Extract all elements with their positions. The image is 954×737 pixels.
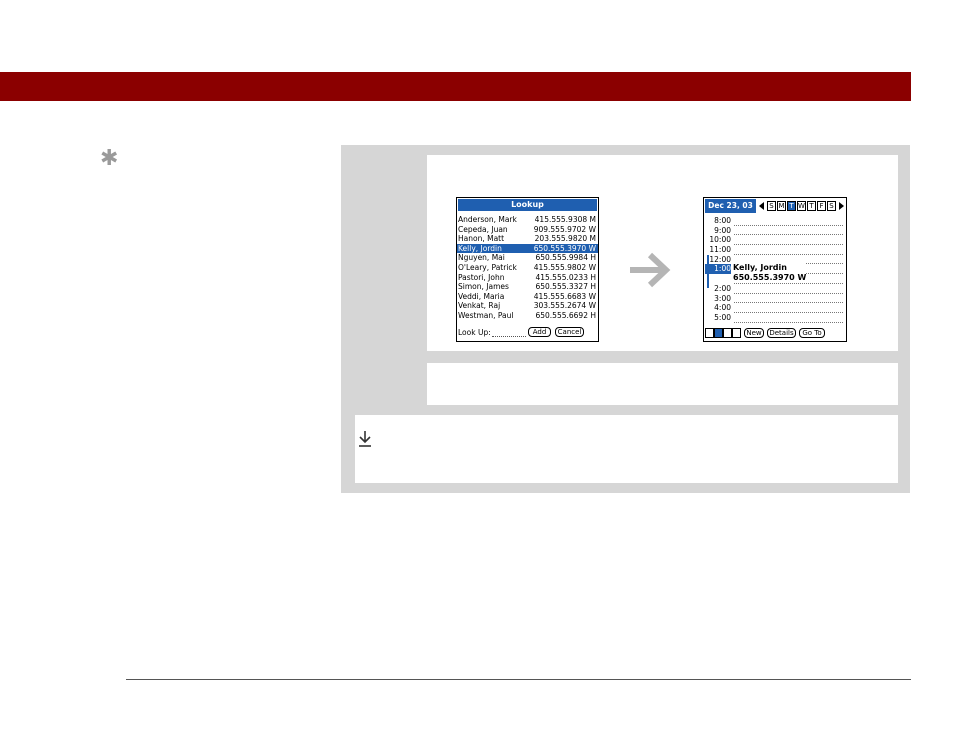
entry-phone: 650.555.3970 W xyxy=(533,243,596,253)
lookup-list: Anderson, Mark 415.555.9308 M Cepeda, Juan… xyxy=(457,215,598,321)
entry-name: O'Leary, Patrick xyxy=(458,262,517,272)
entry-name: Hanon, Matt xyxy=(458,234,505,244)
lookup-entry[interactable]: Pastori, John 415.555.0233 H xyxy=(457,273,598,283)
time-slot-label[interactable]: 11:00 xyxy=(705,245,731,255)
time-slot-label[interactable]: 8:00 xyxy=(705,216,731,226)
time-slot-line[interactable] xyxy=(734,303,843,313)
appointment-phone: 650.555.3970 W xyxy=(733,272,807,282)
lookup-entry[interactable]: Anderson, Mark 415.555.9308 M xyxy=(457,215,598,225)
lookup-footer: Look Up: Add Cancel xyxy=(458,327,596,338)
lookup-entry[interactable]: Hanon, Matt 203.555.9820 M xyxy=(457,234,598,244)
add-button[interactable]: Add xyxy=(528,327,551,337)
appointment-entry[interactable]: Kelly, Jordin 650.555.3970 W xyxy=(733,263,807,283)
day-view-icon[interactable] xyxy=(705,328,714,338)
datebook-header: Dec 23, 03 SMTWTFS xyxy=(705,199,845,213)
entry-phone: 650.555.6692 H xyxy=(535,310,596,320)
new-button[interactable]: New xyxy=(744,328,764,338)
time-slot-line[interactable] xyxy=(734,313,843,323)
entry-name: Kelly, Jordin xyxy=(458,243,502,253)
time-slot-label[interactable]: 4:00 xyxy=(705,303,731,313)
step-number-cell xyxy=(355,155,425,351)
time-slot-line[interactable] xyxy=(734,235,843,246)
entry-name: Venkat, Raj xyxy=(458,301,501,311)
datebook-footer: New Details Go To xyxy=(705,328,845,339)
day-button[interactable]: F xyxy=(817,201,826,211)
step-row-2 xyxy=(355,363,898,405)
month-view-icon[interactable] xyxy=(723,328,732,338)
entry-phone: 415.555.9308 M xyxy=(534,215,596,224)
time-slot-line[interactable] xyxy=(734,294,843,304)
lookup-entry[interactable]: Cepeda, Juan 909.555.9702 W xyxy=(457,225,598,235)
note-row xyxy=(355,415,898,483)
day-button[interactable]: W xyxy=(797,201,806,211)
go-to-button[interactable]: Go To xyxy=(799,328,825,338)
next-week-icon[interactable] xyxy=(839,202,844,210)
entry-name: Anderson, Mark xyxy=(458,215,517,224)
lookup-entry[interactable]: Veddi, Maria 415.555.6683 W xyxy=(457,292,598,302)
footer-rule xyxy=(126,679,911,680)
entry-name: Pastori, John xyxy=(458,272,505,282)
entry-name: Simon, James xyxy=(458,282,509,292)
lookup-entry[interactable]: Simon, James 650.555.3327 H xyxy=(457,282,598,292)
look-up-label: Look Up: xyxy=(458,328,491,337)
datebook-screen: Dec 23, 03 SMTWTFS 8:00 9:00 10:00 11:00 12:… xyxy=(703,197,847,342)
entry-phone: 415.555.9802 W xyxy=(533,262,596,272)
day-button[interactable]: S xyxy=(767,201,776,211)
previous-week-icon[interactable] xyxy=(759,202,764,210)
entry-phone: 909.555.9702 W xyxy=(533,224,596,234)
lookup-entry[interactable]: Venkat, Raj 303.555.2674 W xyxy=(457,301,598,311)
details-button[interactable]: Details xyxy=(767,328,796,338)
entry-phone: 415.555.6683 W xyxy=(533,291,596,301)
lookup-screen: Lookup Anderson, Mark 415.555.9308 M Ceped… xyxy=(456,197,599,342)
lookup-entry[interactable]: Nguyen, Mai 650.555.9984 H xyxy=(457,253,598,263)
day-button[interactable]: S xyxy=(827,201,836,211)
download-arrow-icon xyxy=(359,431,371,447)
entry-name: Nguyen, Mai xyxy=(458,253,505,263)
entry-name: Cepeda, Juan xyxy=(458,224,508,234)
entry-phone: 303.555.2674 W xyxy=(533,301,596,311)
time-slot-line[interactable] xyxy=(734,284,843,294)
day-button[interactable]: T xyxy=(807,201,816,211)
appointment-duration-bar xyxy=(707,255,709,288)
lookup-entry[interactable]: O'Leary, Patrick 415.555.9802 W xyxy=(457,263,598,273)
time-slot-line[interactable] xyxy=(734,245,843,255)
agenda-view-icon[interactable] xyxy=(732,328,741,338)
lookup-title: Lookup xyxy=(458,199,597,211)
time-slot-line[interactable] xyxy=(734,216,843,226)
entry-phone: 415.555.0233 H xyxy=(535,272,596,282)
time-slot-label[interactable]: 10:00 xyxy=(705,235,731,245)
entry-phone: 203.555.9820 M xyxy=(534,234,596,244)
week-view-icon[interactable] xyxy=(714,328,723,338)
time-slot-label[interactable]: 5:00 xyxy=(705,313,731,323)
header-band xyxy=(0,72,911,101)
time-slot-line[interactable] xyxy=(734,226,843,236)
day-button[interactable]: M xyxy=(777,201,786,211)
asterisk-icon: ✱ xyxy=(100,146,119,171)
entry-name: Westman, Paul xyxy=(458,310,514,320)
time-slot-label[interactable]: 9:00 xyxy=(705,226,731,236)
date-label[interactable]: Dec 23, 03 xyxy=(705,199,756,213)
day-button[interactable]: T xyxy=(787,201,796,211)
right-arrow-icon xyxy=(630,252,671,288)
appointment-name: Kelly, Jordin xyxy=(733,263,787,272)
lookup-entry[interactable]: Westman, Paul 650.555.6692 H xyxy=(457,311,598,321)
step-body-cell xyxy=(427,363,898,405)
entry-name: Veddi, Maria xyxy=(458,291,505,301)
lookup-entry[interactable]: Kelly, Jordin 650.555.3970 W xyxy=(457,243,598,254)
cancel-button[interactable]: Cancel xyxy=(555,327,584,337)
entry-phone: 650.555.9984 H xyxy=(535,253,596,263)
time-slot-label[interactable]: 3:00 xyxy=(705,294,731,304)
look-up-input[interactable] xyxy=(492,336,526,337)
entry-phone: 650.555.3327 H xyxy=(535,282,596,292)
